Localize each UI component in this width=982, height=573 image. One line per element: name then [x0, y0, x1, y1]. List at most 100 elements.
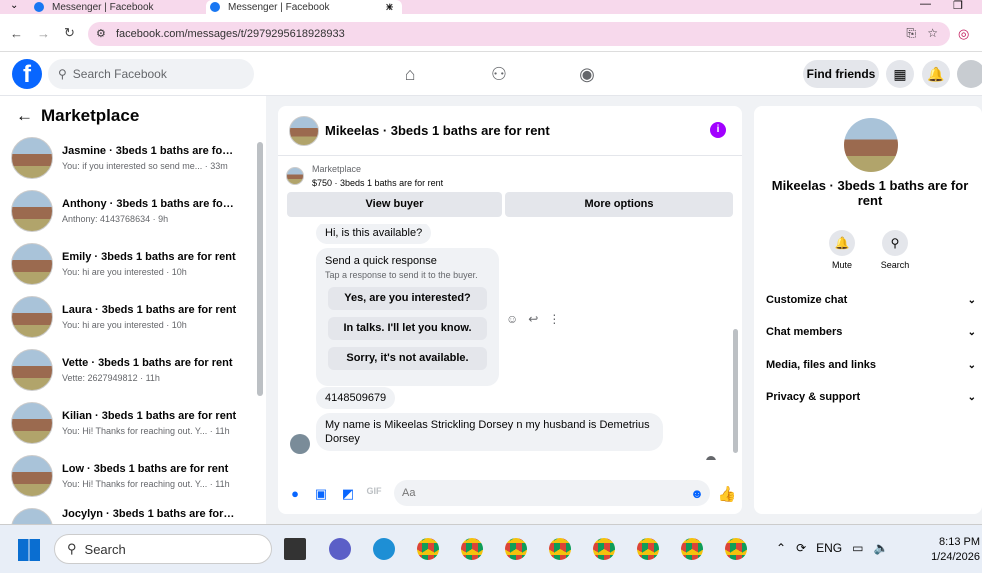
menu-grid-icon[interactable]: ▦ — [886, 60, 914, 88]
groups-icon[interactable]: ◉ — [575, 62, 599, 86]
more-icon[interactable]: ⋮ — [548, 312, 560, 326]
thumbs-up-icon[interactable]: 👍 — [714, 485, 740, 503]
chrome-icon[interactable] — [417, 538, 439, 560]
chevron-up-icon[interactable]: ⌃ — [776, 541, 786, 555]
url-field[interactable]: ⚙ facebook.com/messages/t/29792956189289… — [88, 22, 950, 46]
message-input[interactable] — [394, 480, 710, 506]
sync-icon[interactable]: ⟳ — [796, 541, 806, 555]
conversation-item[interactable]: Kilian · 3beds 1 baths are for rent You: … — [0, 396, 250, 449]
conversation-item[interactable]: Anthony · 3beds 1 baths are for ... Antho… — [0, 184, 250, 237]
listing-thumbnail — [11, 242, 53, 285]
chat-members-row[interactable]: Chat members ⌄ — [766, 322, 976, 342]
listing-thumbnail — [11, 401, 53, 444]
facebook-favicon-icon — [210, 2, 220, 12]
edge-icon[interactable] — [373, 538, 395, 560]
customize-chat-row[interactable]: Customize chat ⌄ — [766, 290, 976, 310]
chrome-profile-icon[interactable] — [505, 538, 527, 560]
conversation-item[interactable]: Emily · 3beds 1 baths are for rent You: h… — [0, 237, 250, 290]
conversation-title: Vette · 3beds 1 baths are for rent — [62, 356, 233, 369]
sticker-icon[interactable]: ◩ — [335, 486, 361, 502]
search-label: Search — [880, 260, 910, 270]
mute-button[interactable]: 🔔 Mute — [822, 230, 862, 270]
conversation-snippet: You: Hi! Thanks for reaching out. Y... ·… — [62, 478, 230, 489]
profile-icon[interactable]: ◎ — [958, 26, 969, 42]
emoji-icon[interactable]: ☻ — [684, 486, 710, 501]
display-icon[interactable]: ▭ — [852, 541, 863, 555]
conversation-item[interactable]: Low · 3beds 1 baths are for rent You: Hi!… — [0, 449, 250, 502]
volume-icon[interactable]: 🔈 — [873, 541, 888, 555]
marketplace-listing-card[interactable]: Marketplace $750 · 3beds 1 baths are for… — [286, 161, 734, 191]
quick-reply-button[interactable]: Yes, are you interested? — [328, 287, 487, 310]
listing-thumbnail — [11, 189, 53, 232]
taskbar-search[interactable]: ⚲ Search — [54, 534, 272, 564]
facebook-logo-icon[interactable]: f — [12, 59, 42, 89]
conversation-snippet: You: hi are you interested · 10h — [62, 319, 187, 330]
chrome-profile-icon[interactable] — [725, 538, 747, 560]
teams-icon[interactable] — [329, 538, 351, 560]
conversation-snippet: Vette: 2627949812 · 11h — [62, 372, 160, 383]
conversation-item[interactable]: Jasmine · 3beds 1 baths are for r... You:… — [0, 131, 250, 184]
sidebar-scrollbar[interactable] — [257, 142, 263, 396]
browser-tab-2[interactable]: Messenger | Facebook ✕ — [206, 0, 402, 14]
info-icon[interactable]: i — [710, 122, 726, 138]
back-icon[interactable]: ← — [10, 26, 23, 41]
chrome-profile-icon[interactable] — [549, 538, 571, 560]
site-info-icon[interactable]: ⚙ — [96, 27, 106, 40]
sender-avatar[interactable] — [290, 434, 310, 454]
account-avatar[interactable] — [957, 60, 982, 88]
forward-icon[interactable]: → — [37, 26, 50, 41]
microphone-icon[interactable]: ● — [282, 486, 308, 501]
taskbar: ⚲ Search ⌃ ⟳ ENG ▭ 🔈 8:13 PM 1/24/2026 — [0, 524, 982, 573]
media-files-links-row[interactable]: Media, files and links ⌄ — [766, 355, 976, 375]
listing-avatar — [844, 118, 898, 172]
friends-icon[interactable]: ⚇ — [487, 62, 511, 86]
new-tab-icon[interactable]: + — [386, 0, 394, 14]
reply-icon[interactable]: ↩ — [528, 312, 538, 326]
listing-thumbnail — [11, 136, 53, 179]
listing-thumbnail — [11, 295, 53, 338]
chrome-profile-icon[interactable] — [637, 538, 659, 560]
chrome-profile-icon[interactable] — [461, 538, 483, 560]
system-tray: ⌃ ⟳ ENG ▭ 🔈 — [776, 541, 888, 555]
browser-tab-strip: ⌄ Messenger | Facebook ✕ Messenger | Fac… — [0, 0, 982, 14]
react-icon[interactable]: ☺ — [506, 312, 518, 326]
browser-tab-1[interactable]: Messenger | Facebook ✕ — [30, 0, 226, 14]
conversation-item[interactable]: Jocylyn · 3beds 1 baths are for r... — [0, 502, 250, 524]
chat-title[interactable]: Mikeelas · 3beds 1 baths are for rent — [325, 123, 550, 138]
chevron-down-icon: ⌄ — [967, 391, 976, 403]
conversation-item[interactable]: Laura · 3beds 1 baths are for rent You: h… — [0, 290, 250, 343]
chrome-profile-icon-active[interactable] — [681, 538, 703, 560]
notifications-bell-icon[interactable]: 🔔 — [922, 60, 950, 88]
chat-scrollbar[interactable] — [733, 329, 738, 453]
more-options-button[interactable]: More options — [505, 192, 733, 217]
reload-icon[interactable]: ↻ — [64, 25, 75, 41]
conversation-item[interactable]: Vette · 3beds 1 baths are for rent Vette:… — [0, 343, 250, 396]
gif-icon[interactable]: GIF — [361, 486, 387, 496]
back-arrow-icon[interactable]: ← — [16, 106, 33, 126]
sidebar-title: Marketplace — [41, 106, 140, 125]
chevron-down-icon: ⌄ — [967, 359, 976, 371]
home-icon[interactable]: ⌂ — [398, 62, 422, 86]
search-conversation-button[interactable]: ⚲ Search — [875, 230, 915, 270]
install-icon[interactable]: ⎘ — [906, 26, 916, 41]
quick-reply-button[interactable]: In talks. I'll let you know. — [328, 317, 487, 340]
view-buyer-button[interactable]: View buyer — [287, 192, 502, 217]
photo-icon[interactable]: ▣ — [308, 486, 334, 502]
privacy-support-row[interactable]: Privacy & support ⌄ — [766, 387, 976, 407]
find-friends-button[interactable]: Find friends — [803, 60, 879, 88]
tab-list-icon[interactable]: ⌄ — [10, 0, 18, 11]
facebook-search[interactable]: ⚲ Search Facebook — [48, 59, 254, 89]
message-bubble: 4148509679 — [316, 387, 396, 409]
clock[interactable]: 8:13 PM 1/24/2026 — [926, 535, 980, 565]
windows-start-icon[interactable] — [18, 539, 40, 561]
restore-icon[interactable]: ❐ — [953, 0, 963, 12]
search-icon: ⚲ — [882, 230, 908, 256]
language-indicator[interactable]: ENG — [816, 541, 842, 555]
conversation-title: Kilian · 3beds 1 baths are for rent — [62, 409, 237, 422]
task-view-icon[interactable] — [284, 538, 306, 560]
minimize-icon[interactable]: — — [920, 0, 931, 10]
quick-reply-button[interactable]: Sorry, it's not available. — [328, 347, 487, 370]
listing-thumbnail — [286, 167, 304, 185]
chrome-profile-icon[interactable] — [593, 538, 615, 560]
bookmark-star-icon[interactable]: ☆ — [927, 26, 938, 40]
